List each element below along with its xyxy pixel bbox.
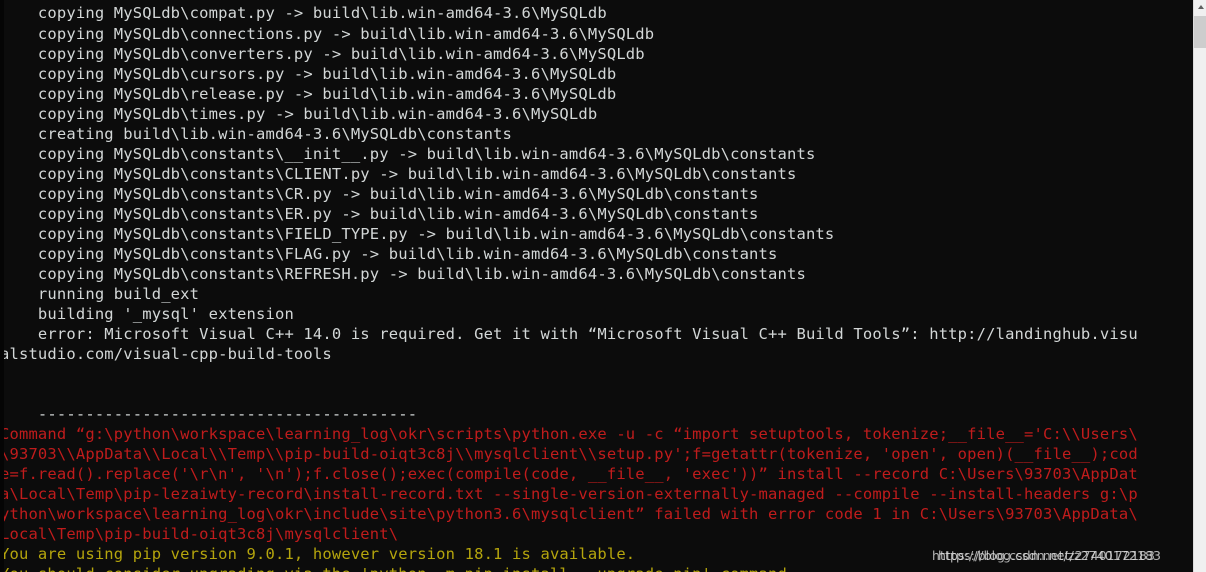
console-line: building '_mysql' extension	[0, 305, 294, 323]
console-line: copying MySQLdb\constants\REFRESH.py -> …	[0, 265, 806, 283]
scrollbar-track[interactable]	[1194, 48, 1206, 572]
console-line: creating build\lib.win-amd64-3.6\MySQLdb…	[0, 125, 513, 143]
console-line: \93703\\AppData\\Local\\Temp\\pip-build-…	[0, 445, 1138, 463]
vertical-scrollbar[interactable]	[1193, 0, 1206, 572]
console-line: Command “g:\python\workspace\learning_lo…	[0, 425, 1138, 443]
console-line: copying MySQLdb\constants\CR.py -> build…	[0, 185, 759, 203]
console-line: error: Microsoft Visual C++ 14.0 is requ…	[0, 325, 1138, 343]
scroll-up-button[interactable]	[1194, 0, 1206, 14]
console-line: e=f.read().replace('\r\n', '\n');f.close…	[0, 465, 1138, 483]
console-line: ----------------------------------------	[0, 405, 418, 423]
chevron-up-icon	[1197, 5, 1204, 9]
console-line: copying MySQLdb\times.py -> build\lib.wi…	[0, 105, 598, 123]
console-line: alstudio.com/visual-cpp-build-tools	[0, 345, 332, 363]
console-line: copying MySQLdb\constants\FLAG.py -> bui…	[0, 245, 778, 263]
console-line: Local\Temp\pip-build-oiqt3c8j\mysqlclien…	[0, 525, 399, 543]
console-line: copying MySQLdb\constants\CLIENT.py -> b…	[0, 165, 797, 183]
console-line: copying MySQLdb\compat.py -> build\lib.w…	[0, 4, 607, 22]
console-line: copying MySQLdb\constants\__init__.py ->…	[0, 145, 816, 163]
console-line: copying MySQLdb\constants\ER.py -> build…	[0, 205, 759, 223]
console-output-area[interactable]: copying MySQLdb\compat.py -> build\lib.w…	[0, 0, 1193, 572]
console-line: You are using pip version 9.0.1, however…	[0, 545, 636, 563]
console-line: copying MySQLdb\connections.py -> build\…	[0, 25, 655, 43]
left-gutter	[0, 0, 4, 572]
console-line: copying MySQLdb\constants\FIELD_TYPE.py …	[0, 225, 835, 243]
console-line: ython\workspace\learning_log\okr\include…	[0, 505, 1138, 523]
console-line: a\Local\Temp\pip-lezaiwty-record\install…	[0, 485, 1138, 503]
console-line: You should consider upgrading via the 'p…	[0, 564, 1193, 572]
console-line: copying MySQLdb\release.py -> build\lib.…	[0, 85, 617, 103]
console-line: running build_ext	[0, 285, 200, 303]
console-window: copying MySQLdb\compat.py -> build\lib.w…	[0, 0, 1206, 572]
scrollbar-thumb[interactable]	[1194, 16, 1206, 48]
console-line: copying MySQLdb\cursors.py -> build\lib.…	[0, 65, 617, 83]
console-line: copying MySQLdb\converters.py -> build\l…	[0, 45, 645, 63]
